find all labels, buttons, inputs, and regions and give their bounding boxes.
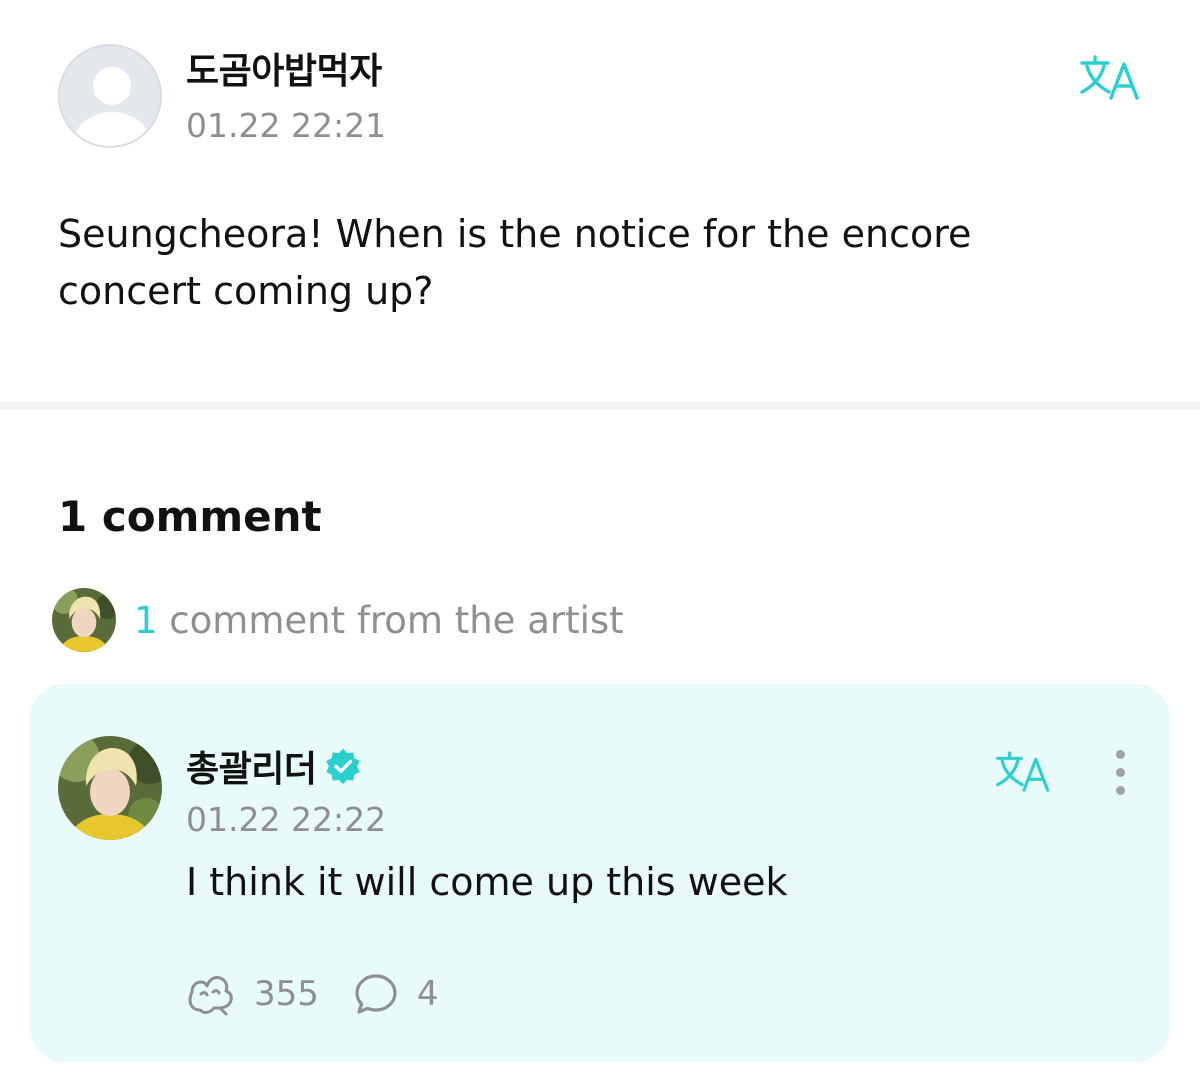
post-body: Seungcheora! When is the notice for the … <box>58 212 972 313</box>
like-count: 355 <box>254 974 319 1014</box>
artist-avatar <box>52 588 116 652</box>
reply-count: 4 <box>416 974 439 1014</box>
like-icon <box>188 976 233 1016</box>
translate-icon[interactable] <box>994 750 1054 794</box>
like-button[interactable]: 355 <box>186 972 319 1016</box>
section-divider <box>0 402 1200 410</box>
artist-comment-card: 총괄리더 01.22 22:22 I think it will come up… <box>30 684 1170 1062</box>
artist-comments-count: 1 <box>134 598 158 642</box>
translate-icon[interactable] <box>1078 54 1144 102</box>
artist-comments-label: 1 comment from the artist <box>134 599 624 642</box>
artist-comments-summary[interactable]: 1 comment from the artist <box>52 588 624 652</box>
artist-avatar[interactable] <box>58 736 162 840</box>
artist-comment-timestamp: 01.22 22:22 <box>186 800 387 839</box>
reply-button[interactable]: 4 <box>353 972 439 1016</box>
artist-comment-body: I think it will come up this week <box>186 860 788 904</box>
post-detail-screen: 도곰아밥먹자 01.22 22:21 Seungcheora! When is … <box>0 0 1200 1084</box>
artist-comment-actions: 355 4 <box>186 972 473 1016</box>
default-avatar-icon[interactable] <box>58 44 162 148</box>
post-author-name[interactable]: 도곰아밥먹자 <box>186 42 382 94</box>
post-timestamp: 01.22 22:21 <box>186 106 387 145</box>
more-vertical-icon[interactable] <box>1110 750 1130 798</box>
verified-badge-icon <box>326 748 361 785</box>
artist-comments-text: comment from the artist <box>157 598 624 642</box>
artist-author-row[interactable]: 총괄리더 <box>186 740 362 792</box>
artist-author-name[interactable]: 총괄리더 <box>186 740 317 792</box>
comment-count-heading: 1 comment <box>58 492 322 541</box>
reply-bubble-icon <box>355 974 397 1014</box>
